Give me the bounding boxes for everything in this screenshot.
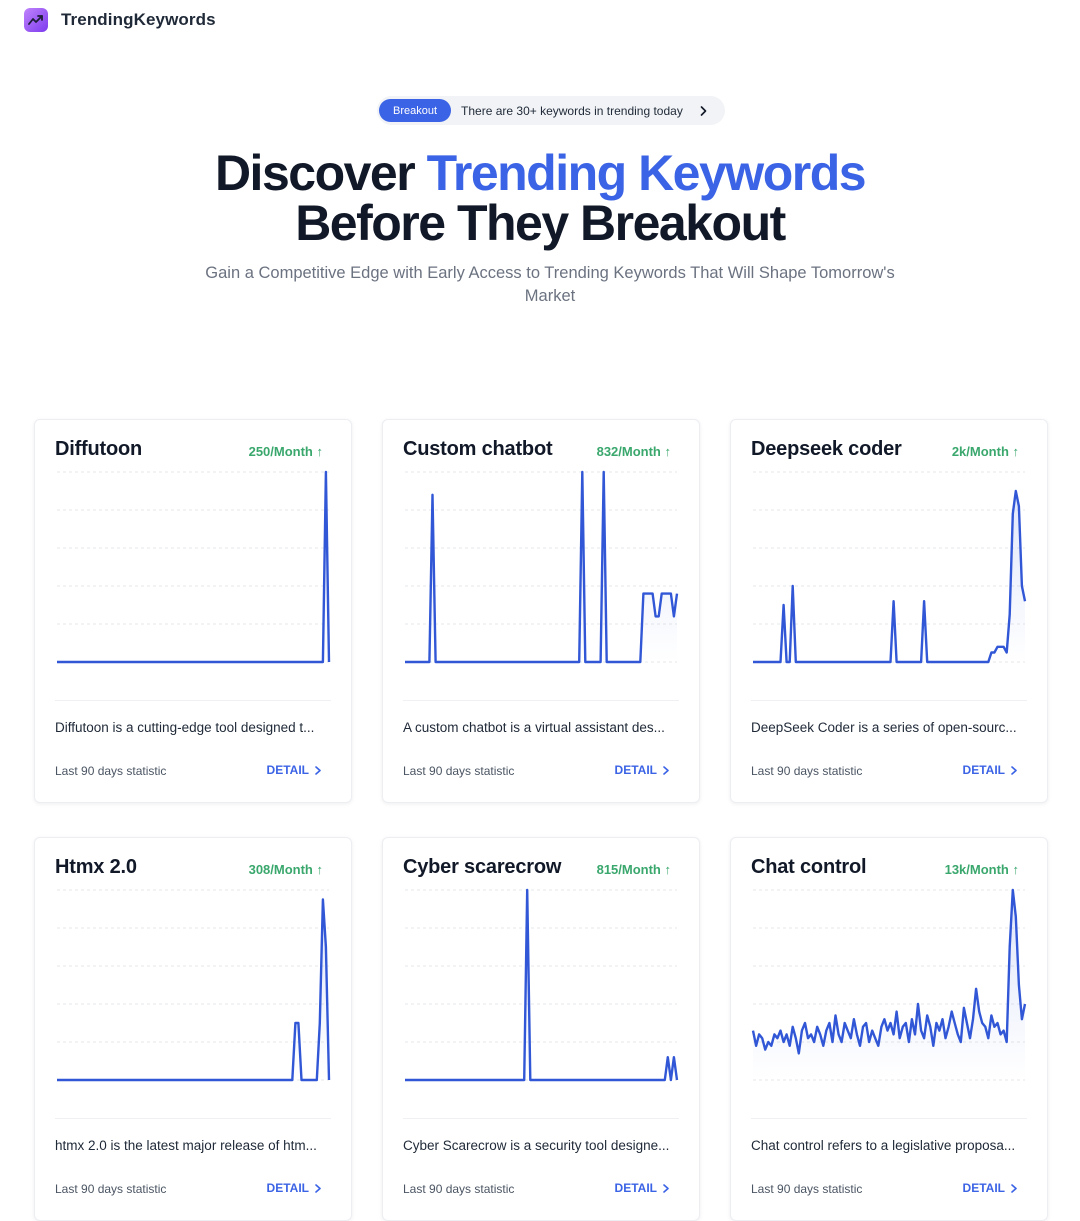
- detail-label: DETAIL: [614, 1181, 657, 1195]
- hero-title-accent: Trending Keywords: [426, 145, 867, 201]
- card-divider: [55, 700, 331, 701]
- keyword-title[interactable]: Chat control: [751, 856, 867, 879]
- detail-label: DETAIL: [614, 763, 657, 777]
- card-divider: [751, 700, 1027, 701]
- brand-name[interactable]: TrendingKeywords: [61, 10, 216, 30]
- trend-area: [57, 899, 329, 1080]
- keyword-card[interactable]: Deepseek coder 2k/Month ↑ DeepSeek Coder…: [730, 419, 1048, 803]
- keyword-description: Diffutoon is a cutting-edge tool designe…: [55, 720, 315, 735]
- trend-line: [405, 888, 679, 1082]
- detail-label: DETAIL: [266, 763, 309, 777]
- monthly-volume: 2k/Month ↑: [951, 444, 1019, 459]
- trend-area: [405, 472, 677, 662]
- trend-line: [57, 898, 331, 1082]
- keyword-card[interactable]: Diffutoon 250/Month ↑ Diffutoon is a cut…: [34, 419, 352, 803]
- trend-area: [57, 472, 329, 662]
- hero-subtitle: Gain a Competitive Edge with Early Acces…: [205, 264, 895, 305]
- breakout-badge: Breakout: [379, 99, 452, 122]
- detail-link[interactable]: DETAIL: [963, 763, 1017, 777]
- keyword-card[interactable]: Htmx 2.0 308/Month ↑ htmx 2.0 is the lat…: [34, 837, 352, 1221]
- card-divider: [403, 700, 679, 701]
- detail-label: DETAIL: [962, 763, 1005, 777]
- trend-chart: [405, 470, 679, 664]
- card-divider: [751, 1118, 1027, 1119]
- stat-period-label: Last 90 days statistic: [55, 764, 167, 778]
- keyword-description: Cyber Scarecrow is a security tool desig…: [403, 1138, 670, 1153]
- hero-title: Discover Trending Keywords Before They B…: [0, 148, 1080, 248]
- keyword-description: htmx 2.0 is the latest major release of …: [55, 1138, 317, 1153]
- chevron-right-icon: [700, 105, 707, 116]
- keyword-title[interactable]: Cyber scarecrow: [403, 856, 561, 879]
- card-divider: [55, 1118, 331, 1119]
- keyword-description: DeepSeek Coder is a series of open-sourc…: [751, 720, 1017, 735]
- trending-up-icon[interactable]: [24, 8, 48, 32]
- chevron-right-icon: [1011, 1183, 1017, 1193]
- detail-label: DETAIL: [962, 1181, 1005, 1195]
- hero-title-part1: Discover: [214, 145, 427, 201]
- keyword-card[interactable]: Cyber scarecrow 815/Month ↑ Cyber Scarec…: [382, 837, 700, 1221]
- monthly-volume: 250/Month ↑: [248, 444, 323, 459]
- announcement-text: There are 30+ keywords in trending today: [461, 103, 683, 118]
- trend-chart: [753, 471, 1027, 664]
- keyword-title[interactable]: Diffutoon: [55, 438, 142, 461]
- detail-link[interactable]: DETAIL: [615, 1181, 669, 1195]
- keyword-title[interactable]: Deepseek coder: [751, 438, 902, 461]
- trend-line: [405, 470, 679, 664]
- chevron-right-icon: [663, 765, 669, 775]
- trend-chart: [751, 888, 1027, 1081]
- detail-label: DETAIL: [266, 1181, 309, 1195]
- detail-link[interactable]: DETAIL: [615, 763, 669, 777]
- keyword-card[interactable]: Chat control 13k/Month ↑ Chat control re…: [730, 837, 1048, 1221]
- trend-area: [405, 890, 677, 1080]
- keyword-title[interactable]: Htmx 2.0: [55, 856, 137, 879]
- chevron-right-icon: [1011, 765, 1017, 775]
- keyword-description: Chat control refers to a legislative pro…: [751, 1138, 1016, 1153]
- keyword-description: A custom chatbot is a virtual assistant …: [403, 720, 665, 735]
- monthly-volume: 13k/Month ↑: [944, 862, 1019, 877]
- trend-chart: [57, 889, 331, 1082]
- detail-link[interactable]: DETAIL: [963, 1181, 1017, 1195]
- chevron-right-icon: [663, 1183, 669, 1193]
- announcement-pill[interactable]: Breakout There are 30+ keywords in trend…: [377, 96, 725, 125]
- detail-link[interactable]: DETAIL: [267, 763, 321, 777]
- keyword-card[interactable]: Custom chatbot 832/Month ↑ A custom chat…: [382, 419, 700, 803]
- trend-line: [753, 489, 1027, 664]
- monthly-volume: 308/Month ↑: [248, 862, 323, 877]
- detail-link[interactable]: DETAIL: [267, 1181, 321, 1195]
- trend-line: [57, 470, 331, 664]
- hero-title-line2: Before They Breakout: [295, 195, 786, 251]
- card-divider: [403, 1118, 679, 1119]
- chevron-right-icon: [315, 1183, 321, 1193]
- stat-period-label: Last 90 days statistic: [403, 1182, 515, 1196]
- hero: Discover Trending Keywords Before They B…: [0, 148, 1080, 248]
- keyword-title[interactable]: Custom chatbot: [403, 438, 553, 461]
- trend-area: [753, 890, 1025, 1080]
- stat-period-label: Last 90 days statistic: [403, 764, 515, 778]
- stat-period-label: Last 90 days statistic: [751, 764, 863, 778]
- stat-period-label: Last 90 days statistic: [55, 1182, 167, 1196]
- chevron-right-icon: [315, 765, 321, 775]
- topbar: TrendingKeywords: [24, 8, 216, 32]
- monthly-volume: 832/Month ↑: [596, 444, 671, 459]
- trend-chart: [405, 888, 679, 1082]
- trend-chart: [57, 470, 331, 664]
- monthly-volume: 815/Month ↑: [596, 862, 671, 877]
- stat-period-label: Last 90 days statistic: [751, 1182, 863, 1196]
